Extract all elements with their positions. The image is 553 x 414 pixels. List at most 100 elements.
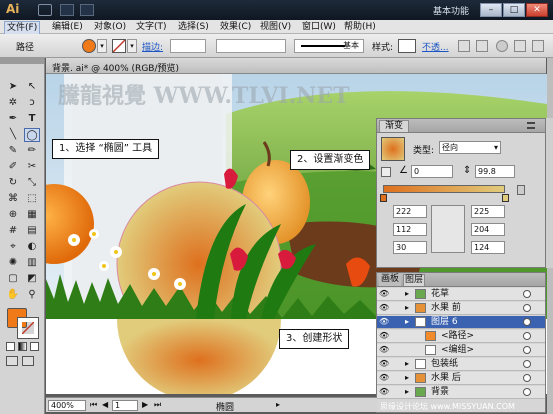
width-tool-icon[interactable]: ⌘ bbox=[5, 192, 21, 206]
first-artboard-icon[interactable]: ⏮ bbox=[90, 400, 97, 410]
gradient-stop-left[interactable] bbox=[380, 194, 387, 202]
visibility-eye-icon[interactable]: 👁 bbox=[379, 331, 389, 341]
menu-view[interactable]: 视图(V) bbox=[258, 21, 293, 33]
lock-toggle[interactable] bbox=[391, 373, 401, 383]
angle-field[interactable]: 0 bbox=[411, 165, 453, 178]
direct-selection-tool-icon[interactable]: ↖ bbox=[24, 80, 40, 94]
layer-target-icon[interactable] bbox=[523, 374, 531, 382]
layer-row[interactable]: 👁 ▸ 包装纸 bbox=[377, 358, 545, 371]
right-stop-r-field[interactable]: 225 bbox=[471, 205, 505, 218]
panel-menu-icon[interactable] bbox=[527, 122, 535, 129]
stroke-gradient-icon[interactable] bbox=[381, 167, 391, 177]
perspective-grid-tool-icon[interactable]: ▦ bbox=[24, 208, 40, 222]
layer-row[interactable]: 👁 ▸ 图层 6 bbox=[377, 316, 545, 329]
layer-target-icon[interactable] bbox=[523, 360, 531, 368]
delete-stop-icon[interactable] bbox=[517, 185, 525, 195]
visibility-eye-icon[interactable]: 👁 bbox=[379, 387, 389, 397]
expand-arrow-icon[interactable]: ▸ bbox=[405, 302, 409, 314]
color-mode-icon[interactable] bbox=[6, 342, 15, 351]
gradient-tool-icon[interactable]: ▤ bbox=[24, 224, 40, 238]
visibility-eye-icon[interactable]: 👁 bbox=[379, 373, 389, 383]
expand-arrow-icon[interactable]: ▸ bbox=[405, 386, 409, 398]
blend-tool-icon[interactable]: ◐ bbox=[24, 240, 40, 254]
visibility-eye-icon[interactable]: 👁 bbox=[379, 289, 389, 299]
visibility-eye-icon[interactable]: 👁 bbox=[379, 317, 389, 327]
screen-mode-tool-icon[interactable] bbox=[22, 356, 34, 366]
magic-wand-tool-icon[interactable]: ✲ bbox=[5, 96, 21, 110]
gradient-panel-header[interactable]: 渐变 bbox=[377, 119, 545, 133]
mesh-tool-icon[interactable]: # bbox=[5, 224, 21, 238]
stroke-color-box[interactable] bbox=[17, 317, 39, 339]
right-stop-g-field[interactable]: 204 bbox=[471, 223, 505, 236]
menu-help[interactable]: 帮助(H) bbox=[342, 21, 378, 33]
lock-toggle[interactable] bbox=[391, 331, 401, 341]
left-stop-r-field[interactable]: 222 bbox=[393, 205, 427, 218]
rotate-tool-icon[interactable]: ↻ bbox=[5, 176, 21, 190]
status-menu-icon[interactable]: ▸ bbox=[276, 400, 280, 409]
layer-row[interactable]: 👁 ▸ 背景 bbox=[377, 386, 545, 399]
stroke-panel-link[interactable]: 描边: bbox=[142, 40, 163, 53]
visibility-eye-icon[interactable]: 👁 bbox=[379, 303, 389, 313]
next-artboard-icon[interactable]: ▶ bbox=[142, 400, 148, 409]
free-transform-tool-icon[interactable]: ⬚ bbox=[24, 192, 40, 206]
lock-toggle[interactable] bbox=[391, 345, 401, 355]
column-graph-tool-icon[interactable]: ▥ bbox=[24, 256, 40, 270]
expand-arrow-icon[interactable]: ▸ bbox=[405, 372, 409, 384]
lock-toggle[interactable] bbox=[391, 317, 401, 327]
layer-target-icon[interactable] bbox=[523, 388, 531, 396]
left-stop-g-field[interactable]: 112 bbox=[393, 223, 427, 236]
lock-toggle[interactable] bbox=[391, 303, 401, 313]
scale-tool-icon[interactable]: ⤡ bbox=[24, 176, 40, 190]
pen-tool-icon[interactable]: ✒ bbox=[5, 112, 21, 126]
fill-dropdown-arrow[interactable]: ▾ bbox=[97, 39, 107, 53]
layer-row[interactable]: 👁 <路径> bbox=[377, 330, 545, 343]
zoom-field[interactable]: 400% bbox=[48, 400, 86, 411]
document-tab[interactable]: 背景. ai* @ 400% (RGB/预览) bbox=[46, 58, 546, 74]
layer-row[interactable]: 👁 ▸ 水果 后 bbox=[377, 372, 545, 385]
document-setup-icon[interactable] bbox=[458, 40, 470, 52]
layers-tab[interactable]: 图层 bbox=[403, 274, 425, 286]
variable-width-profile[interactable] bbox=[216, 39, 286, 53]
preferences-icon[interactable] bbox=[476, 40, 488, 52]
artboards-tab[interactable]: 画板 bbox=[379, 274, 401, 286]
selection-tool-icon[interactable]: ➤ bbox=[5, 80, 21, 94]
gradient-preview-swatch[interactable] bbox=[381, 137, 405, 161]
bridge-icon[interactable] bbox=[38, 4, 52, 16]
menu-file[interactable]: 文件(F) bbox=[4, 21, 41, 35]
menu-edit[interactable]: 编辑(E) bbox=[50, 21, 85, 33]
menu-effect[interactable]: 效果(C) bbox=[218, 21, 253, 33]
expand-arrow-icon[interactable]: ▸ bbox=[405, 358, 409, 370]
layer-target-icon[interactable] bbox=[523, 332, 531, 340]
expand-arrow-icon[interactable]: ▸ bbox=[405, 316, 409, 328]
stroke-swatch[interactable] bbox=[112, 39, 126, 53]
scissors-tool-icon[interactable]: ✂ bbox=[24, 160, 40, 174]
lock-toggle[interactable] bbox=[391, 387, 401, 397]
eyedropper-tool-icon[interactable]: ⌖ bbox=[5, 240, 21, 254]
visibility-eye-icon[interactable]: 👁 bbox=[379, 345, 389, 355]
maximize-button[interactable]: □ bbox=[503, 3, 525, 17]
prev-artboard-icon[interactable]: ◀ bbox=[102, 400, 108, 409]
none-mode-icon[interactable] bbox=[30, 342, 39, 351]
shape-builder-tool-icon[interactable]: ⊕ bbox=[5, 208, 21, 222]
lock-toggle[interactable] bbox=[391, 359, 401, 369]
slice-tool-icon[interactable]: ◩ bbox=[24, 272, 40, 286]
gradient-stop-right[interactable] bbox=[502, 194, 509, 202]
layer-row[interactable]: 👁 ▸ 水果 前 bbox=[377, 302, 545, 315]
lasso-tool-icon[interactable]: ↄ bbox=[24, 96, 40, 110]
workspace-switcher[interactable]: 基本功能 bbox=[433, 4, 469, 17]
gradient-type-select[interactable]: 径向 ▾ bbox=[439, 141, 501, 154]
layer-row[interactable]: 👁 <编组> bbox=[377, 344, 545, 357]
blob-brush-tool-icon[interactable]: ✐ bbox=[5, 160, 21, 174]
symbol-sprayer-tool-icon[interactable]: ✺ bbox=[5, 256, 21, 270]
artboard-tool-icon[interactable]: ▢ bbox=[5, 272, 21, 286]
expand-arrow-icon[interactable]: ▸ bbox=[405, 288, 409, 300]
minimize-button[interactable]: – bbox=[480, 3, 502, 17]
draw-mode-icon[interactable] bbox=[6, 356, 18, 366]
layer-target-icon[interactable] bbox=[523, 304, 531, 312]
line-tool-icon[interactable]: ╲ bbox=[5, 128, 21, 142]
gradient-tab[interactable]: 渐变 bbox=[379, 120, 409, 132]
tools-panel-grip[interactable] bbox=[0, 58, 44, 64]
layer-target-icon[interactable] bbox=[523, 346, 531, 354]
last-artboard-icon[interactable]: ⏭ bbox=[154, 400, 161, 410]
aspect-ratio-field[interactable]: 99.8 bbox=[475, 165, 515, 178]
